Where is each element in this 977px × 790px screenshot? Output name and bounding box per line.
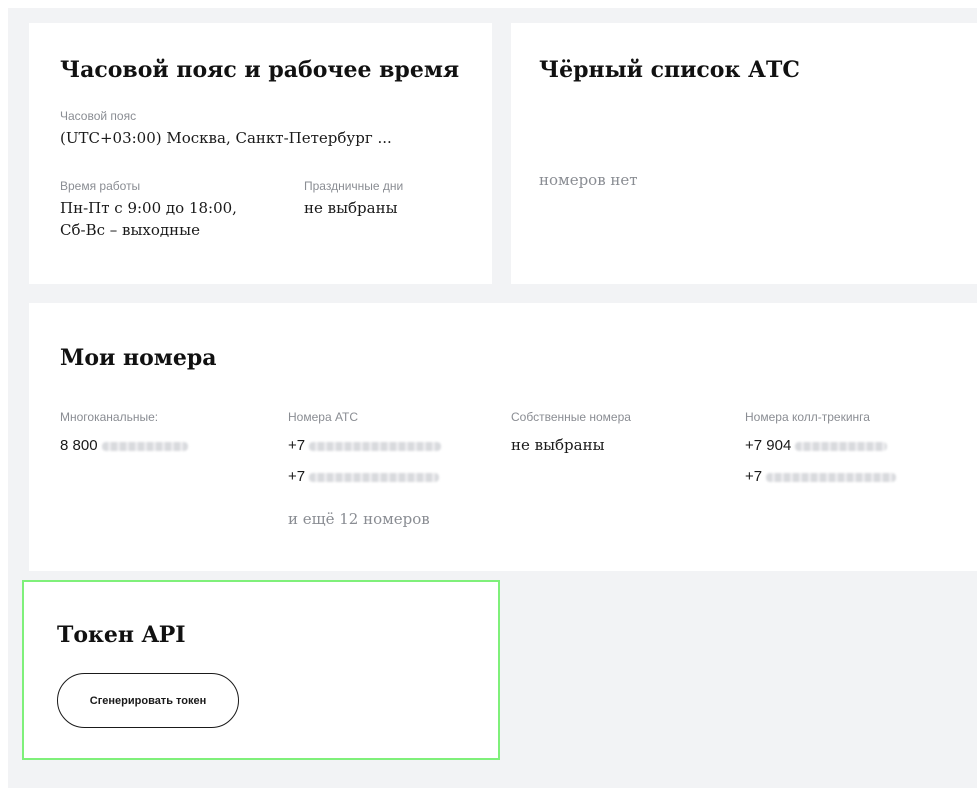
call-tracking-number: +7 904 <box>745 437 888 454</box>
generate-token-button[interactable]: Сгенерировать токен <box>57 673 239 728</box>
numbers-card-title: Мои номера <box>60 345 217 371</box>
call-tracking-label: Номера колл-трекинга <box>745 410 870 424</box>
timezone-card-title: Часовой пояс и рабочее время <box>60 57 460 83</box>
blacklist-card[interactable]: Чёрный список АТС номеров нет <box>511 23 977 284</box>
work-time-line-weekdays: Пн-Пт с 9:00 до 18:00, <box>60 199 237 217</box>
timezone-value: (UTC+03:00) Москва, Санкт-Петербург ... <box>60 129 392 147</box>
settings-canvas: Часовой пояс и рабочее время Часовой поя… <box>8 8 977 788</box>
call-tracking-number-prefix: +7 <box>745 468 763 485</box>
work-time-line-weekend: Сб-Вс – выходные <box>60 221 200 239</box>
timezone-label: Часовой пояс <box>60 109 137 123</box>
call-tracking-number: +7 <box>745 468 897 485</box>
work-time-label: Время работы <box>60 179 141 193</box>
masked-digits <box>101 441 188 451</box>
ats-number-prefix: +7 <box>288 437 306 454</box>
multichannel-number-prefix: 8 800 <box>60 437 98 454</box>
ats-more-numbers-link[interactable]: и ещё 12 номеров <box>288 508 430 530</box>
numbers-card[interactable]: Мои номера Многоканальные: 8 800 Номера … <box>29 303 977 571</box>
ats-numbers-label: Номера АТС <box>288 410 359 424</box>
ats-number: +7 <box>288 437 442 454</box>
ats-number: +7 <box>288 468 440 485</box>
holidays-value: не выбраны <box>304 199 398 217</box>
multichannel-label: Многоканальные: <box>60 410 159 424</box>
blacklist-card-title: Чёрный список АТС <box>539 57 800 83</box>
call-tracking-number-prefix: +7 904 <box>745 437 792 454</box>
masked-digits <box>309 441 442 451</box>
masked-digits <box>795 441 888 451</box>
masked-digits <box>766 472 897 482</box>
blacklist-empty-text: номеров нет <box>539 171 638 189</box>
token-card-title: Токен API <box>57 622 186 648</box>
masked-digits <box>309 472 440 482</box>
holidays-label: Праздничные дни <box>304 179 404 193</box>
ats-number-prefix: +7 <box>288 468 306 485</box>
own-numbers-label: Собственные номера <box>511 410 631 424</box>
multichannel-number: 8 800 <box>60 437 188 454</box>
timezone-card[interactable]: Часовой пояс и рабочее время Часовой поя… <box>29 23 492 284</box>
work-time-value: Пн-Пт с 9:00 до 18:00, Сб-Вс – выходные <box>60 197 237 241</box>
own-numbers-value: не выбраны <box>511 436 605 454</box>
token-api-card[interactable]: Токен API Сгенерировать токен <box>22 580 500 760</box>
